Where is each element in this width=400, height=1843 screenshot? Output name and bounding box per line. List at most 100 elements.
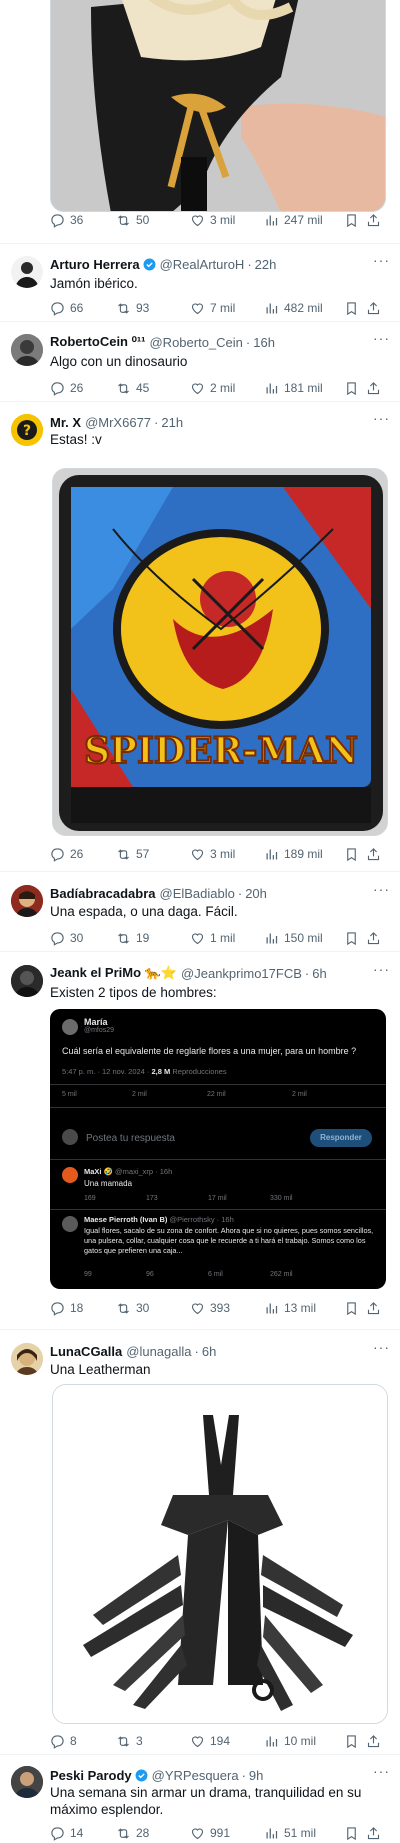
like-button[interactable]: 194 — [190, 1734, 264, 1749]
author-name[interactable]: LunaCGalla — [50, 1344, 122, 1359]
timestamp[interactable]: 16h — [253, 335, 275, 350]
embedded-screenshot[interactable]: María @mfos29 Cuál sería el equivalente … — [50, 1009, 386, 1289]
timestamp[interactable]: 6h — [312, 966, 326, 981]
author-handle[interactable]: @ElBadiablo — [160, 886, 235, 901]
author-handle[interactable]: @YRPesquera — [152, 1768, 239, 1783]
retweet-button[interactable]: 93 — [116, 301, 190, 316]
retweet-icon — [118, 302, 129, 314]
wallet-image[interactable]: SPIDER-MAN — [52, 468, 388, 836]
share-button[interactable] — [366, 301, 384, 316]
retweet-button[interactable]: 30 — [116, 1301, 190, 1316]
more-options-icon[interactable]: ··· — [373, 1339, 390, 1355]
retweet-icon — [118, 848, 129, 860]
reply-button[interactable]: 26 — [50, 847, 116, 862]
author-name[interactable]: Arturo Herrera — [50, 257, 140, 272]
bookmark-button[interactable] — [344, 301, 366, 316]
tweet[interactable]: ? Mr. X @MrX6677 · 21h ··· Estas! :v SPI… — [0, 402, 400, 872]
like-button[interactable]: 991 — [190, 1826, 264, 1841]
like-button[interactable]: 3 mil — [190, 847, 264, 862]
leatherman-image[interactable] — [52, 1384, 388, 1724]
reply-button[interactable]: 66 — [50, 301, 116, 316]
bookmark-button[interactable] — [344, 847, 366, 862]
like-button[interactable]: 393 — [190, 1301, 264, 1316]
separator-dot: · — [154, 414, 159, 430]
views-button[interactable]: 13 mil — [264, 1301, 344, 1316]
avatar[interactable]: ? — [11, 414, 43, 446]
embedded-meta-views-label: Reproducciones — [172, 1067, 227, 1076]
timestamp[interactable]: 22h — [255, 257, 277, 272]
share-button[interactable] — [366, 1301, 384, 1316]
timestamp[interactable]: 6h — [202, 1344, 216, 1359]
avatar[interactable] — [11, 1766, 43, 1798]
author-handle[interactable]: @MrX6677 — [85, 415, 151, 430]
retweet-button[interactable]: 57 — [116, 847, 190, 862]
share-button[interactable] — [366, 1734, 384, 1749]
views-button[interactable]: 51 mil — [264, 1826, 344, 1841]
reply-button[interactable]: 26 — [50, 381, 116, 396]
like-button[interactable]: 1 mil — [190, 931, 264, 946]
timestamp[interactable]: 9h — [249, 1768, 263, 1783]
bookmark-button[interactable] — [344, 1734, 366, 1749]
bookmark-button[interactable] — [344, 1826, 366, 1841]
tweet[interactable]: LunaCGalla @lunagalla · 6h ··· Una Leath… — [0, 1330, 400, 1755]
more-options-icon[interactable]: ··· — [373, 881, 390, 897]
bookmark-button[interactable] — [344, 1301, 366, 1316]
reply-button[interactable]: 8 — [50, 1734, 116, 1749]
retweet-button[interactable]: 28 — [116, 1826, 190, 1841]
views-button[interactable]: 10 mil — [264, 1734, 344, 1749]
avatar[interactable] — [11, 965, 43, 997]
reply-count: 26 — [70, 381, 84, 395]
author-handle[interactable]: @lunagalla — [126, 1344, 191, 1359]
timestamp[interactable]: 21h — [161, 415, 183, 430]
views-button[interactable]: 150 mil — [264, 931, 344, 946]
views-button[interactable]: 482 mil — [264, 301, 344, 316]
tweet[interactable]: Peski Parody @YRPesquera · 9h ··· Una se… — [0, 1755, 400, 1843]
share-button[interactable] — [366, 931, 384, 946]
more-options-icon[interactable]: ··· — [373, 330, 390, 346]
tweet-header: Arturo Herrera @RealArturoH · 22h — [50, 254, 390, 274]
reply1-views: 330 mil — [270, 1195, 293, 1202]
bookmark-button[interactable] — [344, 381, 366, 396]
share-button[interactable] — [366, 381, 384, 396]
avatar[interactable] — [11, 885, 43, 917]
avatar[interactable] — [11, 334, 43, 366]
more-options-icon[interactable]: ··· — [373, 410, 390, 426]
views-button[interactable]: 189 mil — [264, 847, 344, 862]
reply-button[interactable]: 30 — [50, 931, 116, 946]
share-icon — [367, 301, 380, 314]
bookmark-button[interactable] — [344, 931, 366, 946]
more-options-icon[interactable]: ··· — [373, 252, 390, 268]
tweet[interactable]: RobertoCein ⁰¹¹ @Roberto_Cein · 16h ··· … — [0, 322, 400, 402]
embedded-reply-button: Responder — [310, 1129, 372, 1147]
reply-button[interactable]: 14 — [50, 1826, 116, 1841]
like-button[interactable]: 7 mil — [190, 301, 264, 316]
avatar[interactable] — [11, 1343, 43, 1375]
share-button[interactable] — [366, 847, 384, 862]
retweet-button[interactable]: 45 — [116, 381, 190, 396]
author-handle[interactable]: @Jeankprimo17FCB — [181, 966, 302, 981]
reply2-stats: 99 96 6 mil 262 mil — [84, 1271, 374, 1278]
author-name[interactable]: Jeank el PriMo 🐆⭐ — [50, 965, 177, 981]
more-options-icon[interactable]: ··· — [373, 1763, 390, 1779]
author-name[interactable]: RobertoCein ⁰¹¹ — [50, 334, 145, 350]
more-options-icon[interactable]: ··· — [373, 961, 390, 977]
tweet[interactable]: Badíabracadabra @ElBadiablo · 20h ··· Un… — [0, 872, 400, 952]
retweet-button[interactable]: 3 — [116, 1734, 190, 1749]
author-name[interactable]: Mr. X — [50, 415, 81, 430]
like-button[interactable]: 2 mil — [190, 381, 264, 396]
views-button[interactable]: 181 mil — [264, 381, 344, 396]
timestamp[interactable]: 20h — [245, 886, 267, 901]
retweet-button[interactable]: 19 — [116, 931, 190, 946]
tweet-header: LunaCGalla @lunagalla · 6h — [50, 1341, 390, 1361]
author-handle[interactable]: @RealArturoH — [160, 257, 245, 272]
action-bar: 8 3 194 10 mil — [50, 1732, 390, 1750]
reply-button[interactable]: 18 — [50, 1301, 116, 1316]
author-name[interactable]: Badíabracadabra — [50, 886, 156, 901]
author-handle[interactable]: @Roberto_Cein — [149, 335, 242, 350]
tweet[interactable]: Arturo Herrera @RealArturoH · 22h ··· Ja… — [0, 244, 400, 322]
author-name[interactable]: Peski Parody — [50, 1768, 132, 1783]
tweet-header: Mr. X @MrX6677 · 21h — [50, 412, 390, 432]
avatar[interactable] — [11, 256, 43, 288]
share-button[interactable] — [366, 1826, 384, 1841]
retweet-icon — [118, 382, 129, 394]
